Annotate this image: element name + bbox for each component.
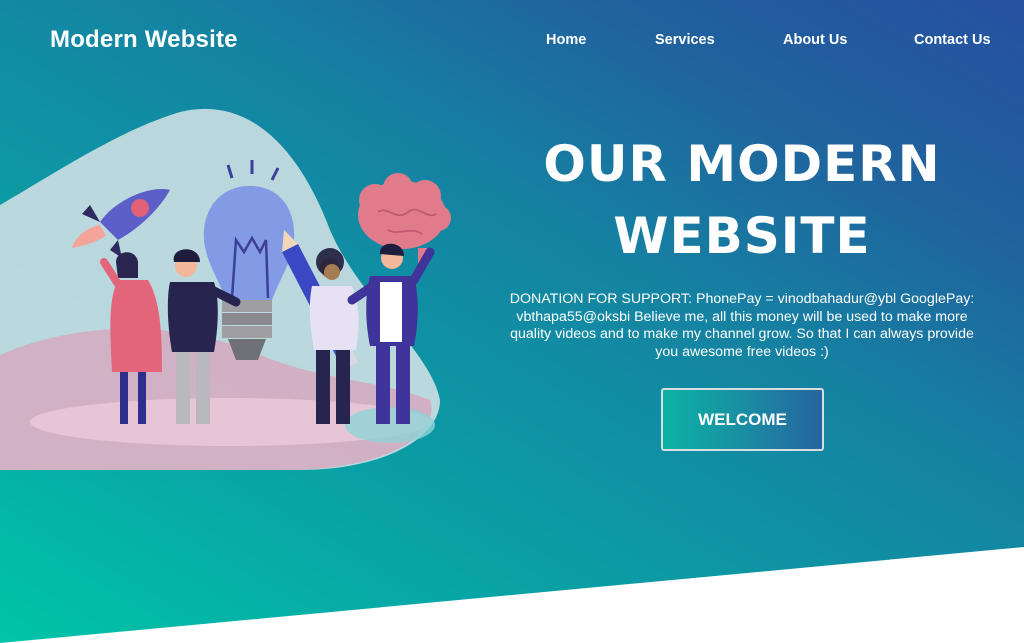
nav-home-link[interactable]: Home bbox=[546, 32, 586, 48]
hero-title: OUR MODERN WEBSITE bbox=[512, 128, 972, 272]
navbar: Modern Website Home Services About Us Co… bbox=[0, 0, 1024, 80]
hero-illustration bbox=[0, 108, 451, 470]
hero-title-line-1: OUR MODERN bbox=[543, 135, 941, 193]
hero-description: DONATION FOR SUPPORT: PhonePay = vinodba… bbox=[509, 291, 975, 360]
nav-about-link[interactable]: About Us bbox=[783, 32, 847, 48]
nav-services-link[interactable]: Services bbox=[655, 32, 715, 48]
site-logo[interactable]: Modern Website bbox=[50, 26, 238, 54]
welcome-button[interactable]: WELCOME bbox=[661, 388, 824, 451]
brain-icon bbox=[358, 173, 451, 266]
hero-title-line-2: WEBSITE bbox=[613, 207, 871, 265]
nav-contact-link[interactable]: Contact Us bbox=[914, 32, 991, 48]
